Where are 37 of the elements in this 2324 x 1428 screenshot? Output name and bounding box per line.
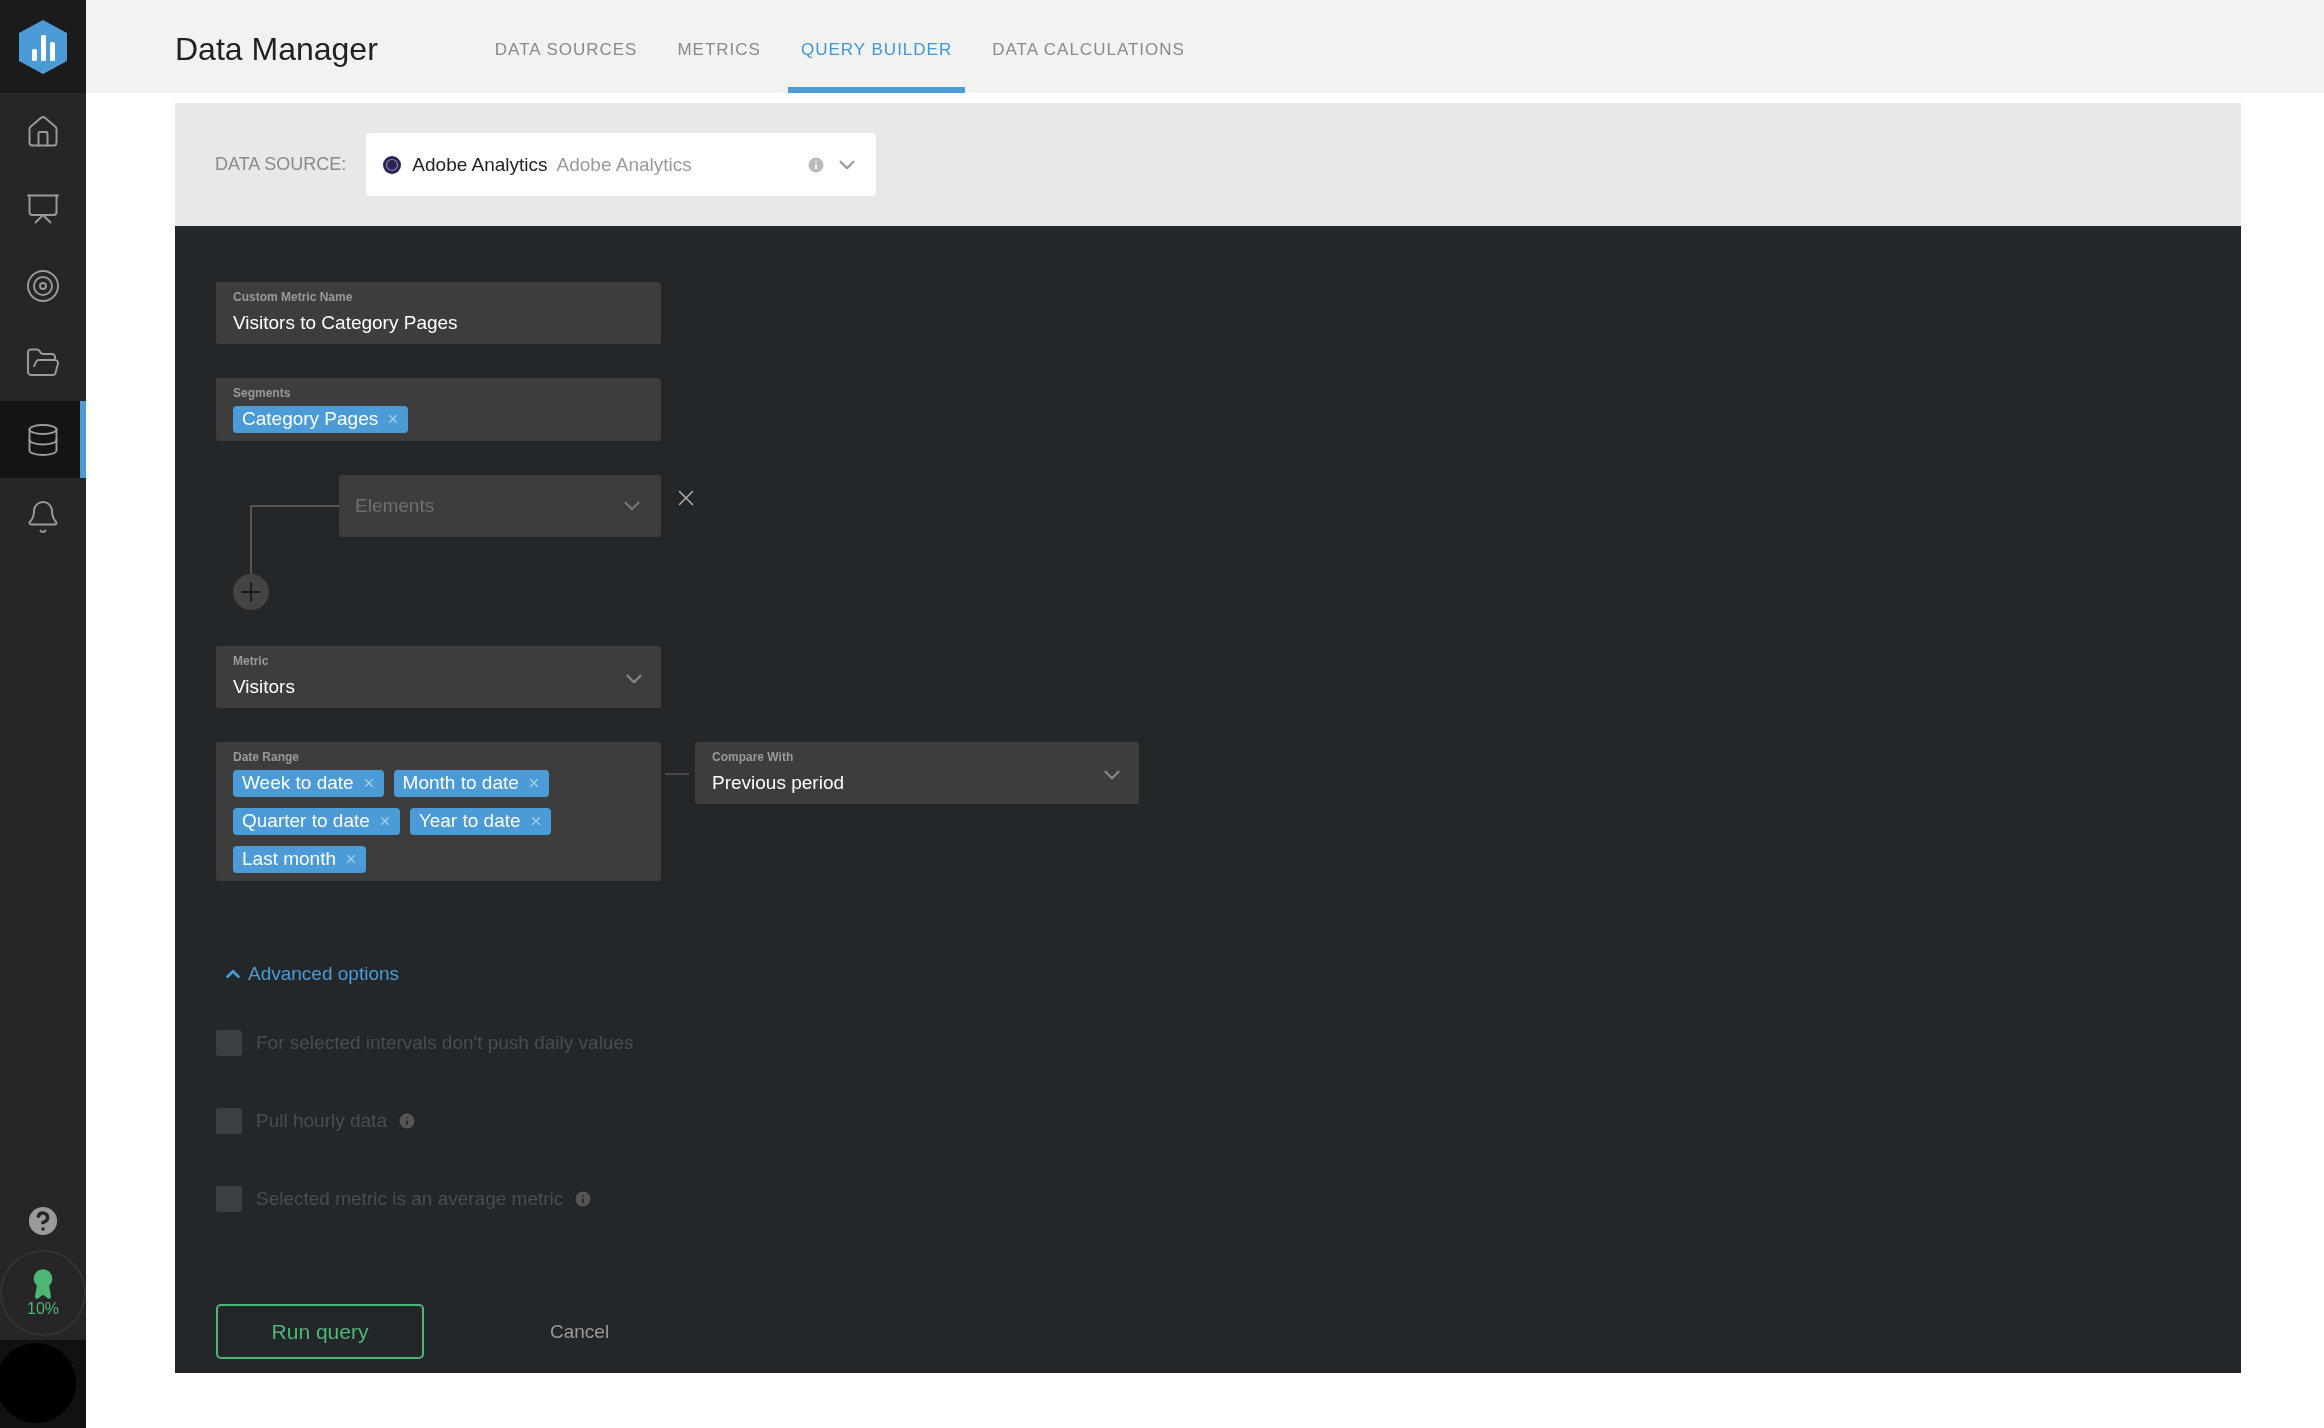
field-label: Metric: [233, 654, 270, 668]
remove-icon[interactable]: [344, 852, 358, 866]
field-label: Compare With: [712, 750, 795, 764]
page-title: Data Manager: [175, 31, 378, 68]
data-source-label: DATA SOURCE:: [215, 154, 347, 175]
data-source-value: Adobe Analytics: [412, 153, 548, 176]
field-label: Custom Metric Name: [233, 290, 354, 304]
date-range-tag[interactable]: Week to date: [233, 770, 384, 797]
field-label: Segments: [233, 386, 292, 400]
field-label: Date Range: [233, 750, 301, 764]
cancel-button[interactable]: Cancel: [544, 1319, 616, 1344]
field-value: Previous period: [712, 772, 845, 794]
run-query-button[interactable]: Run query: [216, 1304, 424, 1359]
segments-field[interactable]: Segments Category Pages: [216, 378, 661, 441]
tab[interactable]: DATA CALCULATIONS: [979, 0, 1198, 93]
date-range-field[interactable]: Date Range Week to date Month to date Quarter to date Year to date Last month: [216, 742, 661, 881]
add-element-button[interactable]: [233, 574, 269, 610]
field-value: Visitors to Category Pages: [233, 312, 458, 334]
metric-select[interactable]: Metric Visitors: [216, 646, 661, 708]
sidebar-item[interactable]: [0, 401, 86, 478]
custom-metric-name-field[interactable]: Custom Metric Name Visitors to Category Pages: [216, 282, 661, 344]
tab[interactable]: METRICS: [664, 0, 774, 93]
tab[interactable]: DATA SOURCES: [481, 0, 651, 93]
field-value: Visitors: [233, 676, 295, 698]
advanced-options-toggle[interactable]: Advanced options: [216, 963, 400, 985]
progress-percent: 10%: [27, 1300, 59, 1318]
date-range-tag[interactable]: Year to date: [409, 808, 551, 835]
date-range-tag[interactable]: Quarter to date: [233, 808, 400, 835]
logo-icon: [17, 18, 69, 75]
date-range-tag[interactable]: Last month: [233, 846, 366, 873]
data-source-detail: Adobe Analytics: [556, 153, 693, 176]
segment-tag[interactable]: Category Pages: [233, 406, 409, 433]
compare-with-select[interactable]: Compare With Previous period: [695, 742, 1139, 804]
source-logo-icon: [382, 154, 403, 175]
target-icon: [25, 267, 61, 304]
data-source-select[interactable]: Adobe Analytics Adobe Analytics: [366, 133, 877, 196]
date-range-tag[interactable]: Month to date: [393, 770, 549, 797]
